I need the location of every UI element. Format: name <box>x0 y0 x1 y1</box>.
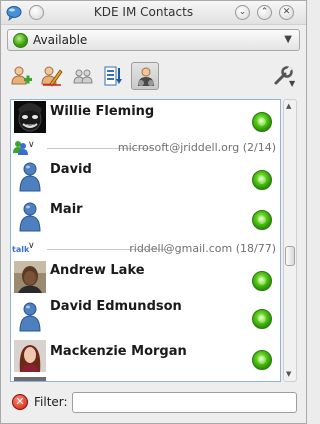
scrollbar-thumb[interactable] <box>285 246 295 266</box>
contact-avatar <box>14 340 46 372</box>
window-title: KDE IM Contacts <box>93 5 194 19</box>
edit-accounts-button[interactable] <box>38 62 66 90</box>
msn-account-icon <box>13 141 28 155</box>
add-contact-button[interactable] <box>7 62 35 90</box>
scroll-down-arrow-icon[interactable]: ▼ <box>286 370 291 378</box>
contact-list[interactable]: Willie Fleming ∨ microsoft@jriddell.org … <box>10 99 281 382</box>
edit-pencil-icon <box>41 66 63 87</box>
scroll-up-arrow-icon[interactable]: ▲ <box>286 102 291 110</box>
contact-name: Mackenzie Morgan <box>50 344 187 359</box>
account-group-label: microsoft@jriddell.org (2/14) <box>117 141 276 154</box>
contact-avatar <box>14 377 46 381</box>
contact-avatar <box>14 101 46 133</box>
filter-label: Filter: <box>34 395 68 409</box>
default-user-avatar-icon <box>19 162 41 192</box>
contact-row[interactable]: David Edmundson <box>11 298 280 334</box>
contact-row[interactable]: Mackenzie Morgan <box>11 337 280 373</box>
close-icon: ✕ <box>282 7 291 17</box>
contact-list-scrollbar[interactable]: ▲ ▼ <box>283 99 297 382</box>
contact-row-partial[interactable] <box>11 377 280 381</box>
collapse-chevron-icon[interactable]: ∨ <box>28 140 35 150</box>
online-status-icon <box>252 170 272 190</box>
default-user-avatar-icon <box>19 202 41 232</box>
window-more-button[interactable]: ⌄ <box>235 5 250 20</box>
window-menu-button[interactable] <box>29 5 44 20</box>
contact-row[interactable]: Mair <box>11 198 280 234</box>
account-group-header[interactable]: talk ∨ riddell@gmail.com (18/77) <box>11 241 280 257</box>
contact-name: Willie Fleming <box>50 104 155 119</box>
show-offline-contacts-button[interactable] <box>131 62 159 90</box>
default-user-avatar-icon <box>19 302 41 332</box>
contact-avatar <box>14 261 46 293</box>
contact-name: Mair <box>50 202 83 217</box>
chat-bubble-icon[interactable] <box>6 5 22 21</box>
contact-row[interactable]: Willie Fleming <box>11 100 280 136</box>
contact-name: David Edmundson <box>50 299 182 314</box>
group-contacts-button[interactable] <box>69 62 97 90</box>
online-status-icon <box>252 271 272 291</box>
chevron-down-icon: ⌄ <box>238 7 247 17</box>
group-users-icon <box>73 69 93 84</box>
contact-name: Andrew Lake <box>50 263 145 278</box>
available-status-icon <box>13 33 28 48</box>
account-group-label: riddell@gmail.com (18/77) <box>129 242 276 255</box>
online-status-icon <box>252 112 272 132</box>
window-maximize-button[interactable]: ⌃ <box>257 5 272 20</box>
clear-filter-button[interactable]: ✕ <box>12 394 28 410</box>
presence-status-select[interactable]: Available ▼ <box>7 29 300 51</box>
add-user-icon <box>11 66 32 85</box>
filter-input[interactable] <box>72 392 297 413</box>
chevron-up-icon: ⌃ <box>260 7 269 17</box>
account-group-header[interactable]: ∨ microsoft@jriddell.org (2/14) <box>11 140 280 156</box>
settings-menu-chevron-icon[interactable]: ▼ <box>289 79 295 88</box>
online-status-icon <box>252 309 272 329</box>
collapse-chevron-icon[interactable]: ∨ <box>28 241 35 251</box>
sort-contacts-button[interactable] <box>100 62 128 90</box>
user-filter-icon <box>138 67 154 86</box>
online-status-icon <box>252 350 272 370</box>
contact-name: David <box>50 162 92 177</box>
online-status-icon <box>252 210 272 230</box>
contacts-toolbar: ▼ <box>7 61 300 93</box>
presence-status-label: Available <box>33 33 88 47</box>
sort-order-icon <box>104 66 122 86</box>
contact-row[interactable]: David <box>11 158 280 194</box>
title-bar[interactable]: KDE IM Contacts ⌄ ⌃ ✕ <box>1 1 306 25</box>
window-close-button[interactable]: ✕ <box>279 5 294 20</box>
chevron-down-icon: ▼ <box>284 34 292 45</box>
contacts-window: KDE IM Contacts ⌄ ⌃ ✕ Available ▼ ▼ Will… <box>0 0 307 424</box>
contact-row[interactable]: Andrew Lake <box>11 260 280 296</box>
